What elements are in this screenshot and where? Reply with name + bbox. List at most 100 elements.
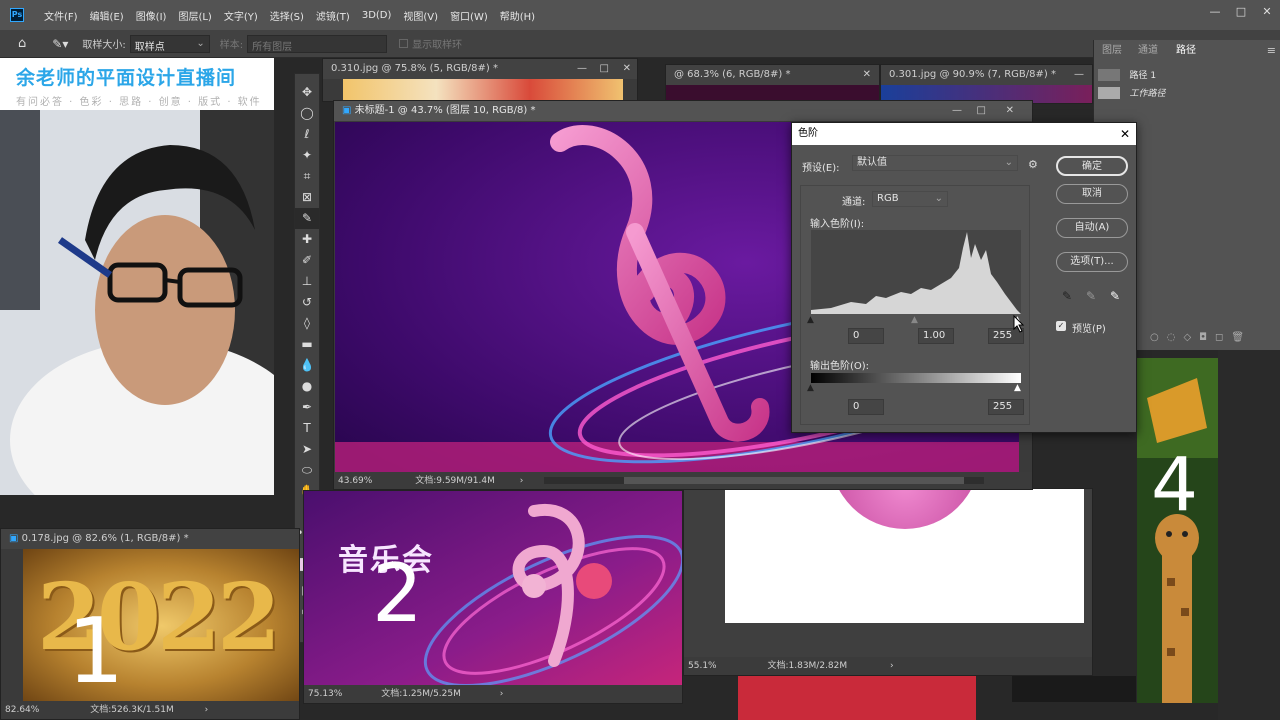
menu-image[interactable]: 图像(I)	[130, 8, 173, 23]
doc-canvas-178: 2022 1	[23, 549, 299, 703]
close-icon[interactable]: ✕	[1006, 101, 1014, 121]
doc-number-4: 4	[1151, 442, 1199, 528]
dodge-tool-icon[interactable]: ●	[295, 376, 319, 397]
output-white-field[interactable]: 255	[988, 399, 1024, 415]
doc-icon: ▣	[342, 105, 355, 116]
menu-filter[interactable]: 滤镜(T)	[310, 8, 356, 23]
gray-eyedropper-icon[interactable]: ✎	[1086, 289, 1096, 303]
frame-tool-icon[interactable]: ⊠	[295, 187, 319, 208]
dark-gutter	[1218, 350, 1280, 720]
chevron-right-icon[interactable]: ›	[500, 689, 504, 699]
menu-type[interactable]: 文字(Y)	[218, 8, 264, 23]
path-row-2[interactable]: 工作路径	[1098, 86, 1278, 102]
input-black-handle[interactable]: ▲	[807, 315, 814, 325]
shape-tool-icon[interactable]: ⬭	[295, 460, 319, 481]
chevron-right-icon[interactable]: ›	[890, 661, 894, 671]
input-gamma-handle[interactable]: ▲	[911, 315, 918, 325]
chevron-right-icon[interactable]: ›	[205, 705, 209, 715]
tab-paths[interactable]: 路径	[1170, 42, 1210, 60]
input-black-field[interactable]: 0	[848, 328, 884, 344]
minimize-icon[interactable]: —	[952, 101, 962, 121]
menu-layer[interactable]: 图层(L)	[172, 8, 217, 23]
gradient-tool-icon[interactable]: ▬	[295, 334, 319, 355]
magic-wand-tool-icon[interactable]: ✦	[295, 145, 319, 166]
path-selection-icon[interactable]: ➤	[295, 439, 319, 460]
options-bar: ⌂ ✎▾ 取样大小: 取样点 ⌄ 样本: 所有图层 显示取样环	[0, 30, 1280, 58]
panel-menu-icon[interactable]: ≡	[1267, 44, 1276, 57]
brush-tool-icon[interactable]: ✐	[295, 250, 319, 271]
output-slider-track[interactable]: ▲ ▲	[807, 383, 1021, 393]
close-button[interactable]: ✕	[1254, 0, 1280, 24]
blur-tool-icon[interactable]: 💧	[295, 355, 319, 376]
eraser-tool-icon[interactable]: ◊	[295, 313, 319, 334]
maximize-button[interactable]: □	[1228, 0, 1254, 24]
crop-tool-icon[interactable]: ⌗	[295, 166, 319, 187]
tab-layers[interactable]: 图层	[1102, 42, 1122, 60]
minimize-icon[interactable]: —	[1074, 65, 1084, 85]
menu-3d[interactable]: 3D(D)	[356, 10, 398, 21]
cancel-button[interactable]: 取消	[1056, 184, 1128, 204]
menu-help[interactable]: 帮助(H)	[494, 8, 541, 23]
doc-title-683[interactable]: @ 68.3% (6, RGB/8#) * ✕	[666, 65, 879, 85]
history-brush-icon[interactable]: ↺	[295, 292, 319, 313]
channel-label: 通道:	[842, 197, 866, 208]
minimize-button[interactable]: —	[1202, 0, 1228, 24]
menu-select[interactable]: 选择(S)	[264, 8, 310, 23]
doc-title-301[interactable]: 0.301.jpg @ 90.9% (7, RGB/8#) * —	[881, 65, 1092, 85]
pen-tool-icon[interactable]: ✒	[295, 397, 319, 418]
path-row-1[interactable]: 路径 1	[1098, 68, 1278, 84]
input-slider-track[interactable]: ▲ ▲ ▲	[807, 315, 1021, 325]
preview-checkbox[interactable]: ✓	[1056, 321, 1066, 331]
sample-label: 样本:	[219, 40, 244, 51]
doc-title-310[interactable]: 0.310.jpg @ 75.8% (5, RGB/8#) * — □ ✕	[323, 59, 637, 79]
options-button[interactable]: 选项(T)...	[1056, 252, 1128, 272]
menu-view[interactable]: 视图(V)	[397, 8, 444, 23]
close-icon[interactable]: ✕	[1120, 123, 1130, 145]
lasso-tool-icon[interactable]: ℓ	[295, 124, 319, 145]
output-white-handle[interactable]: ▲	[1014, 383, 1021, 393]
scrollbar-thumb[interactable]	[624, 477, 964, 484]
home-icon[interactable]: ⌂	[18, 36, 26, 51]
stamp-tool-icon[interactable]: ⊥	[295, 271, 319, 292]
preset-select[interactable]: 默认值 ⌄	[852, 155, 1018, 171]
sample-select[interactable]: 所有图层	[247, 34, 388, 53]
maximize-icon[interactable]: □	[600, 59, 609, 79]
menu-edit[interactable]: 编辑(E)	[84, 8, 130, 23]
levels-title-bar[interactable]: 色阶 ✕	[792, 123, 1136, 145]
gear-icon[interactable]: ⚙	[1028, 158, 1038, 171]
histogram	[811, 230, 1021, 314]
close-icon[interactable]: ✕	[623, 59, 631, 79]
minimize-icon[interactable]: —	[577, 59, 587, 79]
move-tool-icon[interactable]: ✥	[295, 82, 319, 103]
eyedropper-tool-icon[interactable]: ✎▾	[52, 37, 68, 51]
auto-button[interactable]: 自动(A)	[1056, 218, 1128, 238]
healing-brush-icon[interactable]: ✚	[295, 229, 319, 250]
white-eyedropper-icon[interactable]: ✎	[1110, 289, 1120, 303]
sample-value: 所有图层	[252, 41, 293, 53]
doc-icon: ▣	[9, 533, 22, 544]
ok-button[interactable]: 确定	[1056, 156, 1128, 176]
channel-select[interactable]: RGB ⌄	[872, 191, 948, 207]
output-black-handle[interactable]: ▲	[807, 383, 814, 393]
close-icon[interactable]: ✕	[863, 65, 871, 85]
maximize-icon[interactable]: □	[977, 101, 986, 121]
eyedropper-tool-icon[interactable]: ✎	[295, 208, 319, 229]
sample-size-select[interactable]: 取样点 ⌄	[129, 34, 210, 53]
preset-label: 预设(E):	[802, 163, 840, 174]
black-eyedropper-icon[interactable]: ✎	[1062, 289, 1072, 303]
window-controls: — □ ✕	[1202, 0, 1280, 24]
doc-title-178[interactable]: ▣ 0.178.jpg @ 82.6% (1, RGB/8#) *	[1, 529, 299, 549]
marquee-tool-icon[interactable]: ◯	[295, 103, 319, 124]
pink-sphere	[830, 489, 980, 529]
output-black-field[interactable]: 0	[848, 399, 884, 415]
main-doc-title[interactable]: ▣ 未标题-1 @ 43.7% (图层 10, RGB/8) * — □ ✕	[334, 101, 1032, 121]
input-gamma-field[interactable]: 1.00	[918, 328, 954, 344]
chevron-right-icon[interactable]: ›	[520, 476, 524, 486]
tab-channels[interactable]: 通道	[1138, 42, 1158, 60]
menu-file[interactable]: 文件(F)	[38, 8, 84, 23]
chevron-down-icon: ⌄	[934, 193, 943, 204]
show-ring-checkbox[interactable]	[399, 39, 409, 48]
type-tool-icon[interactable]: T	[295, 418, 319, 439]
mouse-cursor-icon	[1013, 315, 1025, 333]
menu-window[interactable]: 窗口(W)	[444, 8, 494, 23]
